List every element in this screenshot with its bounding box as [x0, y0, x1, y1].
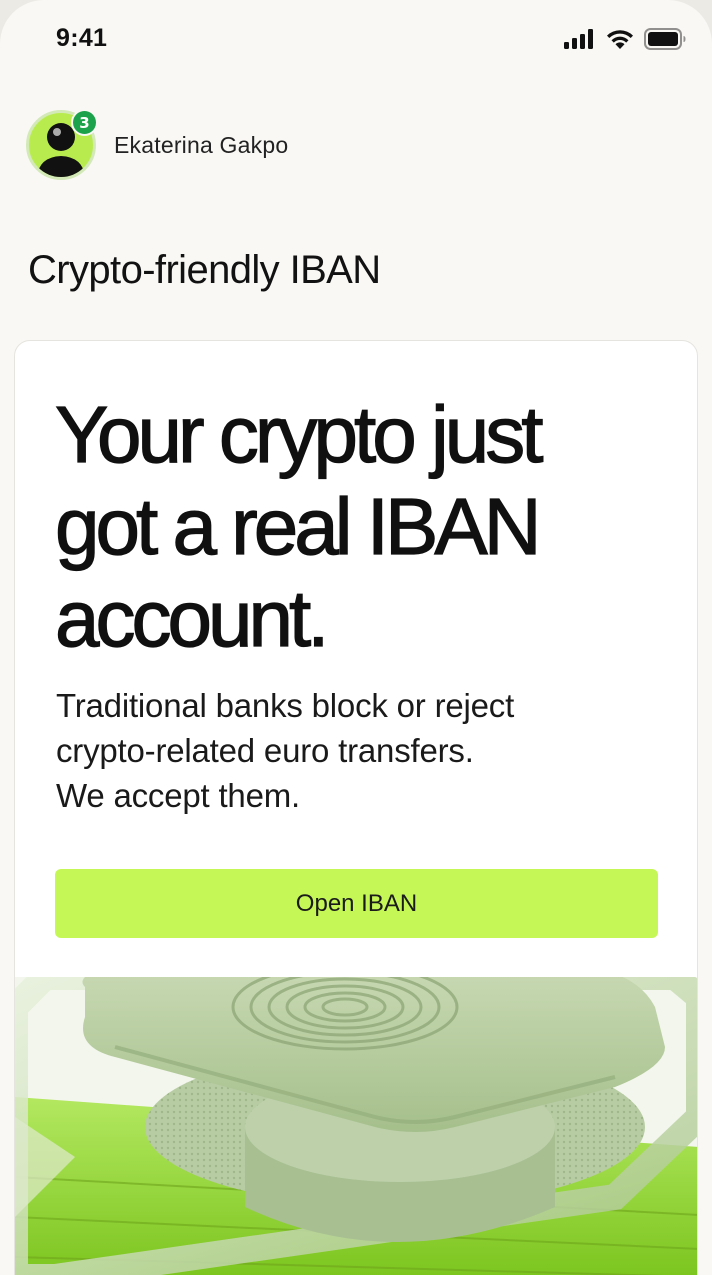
promo-description-line: Traditional banks block or reject — [56, 687, 515, 724]
promo-headline: Your crypto just got a real IBAN account… — [54, 389, 675, 665]
wifi-icon — [607, 30, 633, 49]
battery-icon — [644, 28, 686, 50]
promo-headline-line: Your crypto just — [54, 389, 544, 479]
user-name: Ekaterina Gakpo — [114, 131, 289, 158]
section-title: Crypto-friendly IBAN — [28, 248, 381, 292]
notification-badge[interactable]: 3 — [71, 109, 98, 136]
status-icons — [564, 28, 686, 50]
avatar-container[interactable]: 3 — [26, 109, 98, 180]
promo-description-line: crypto-related euro transfers. — [56, 732, 474, 769]
phone-screen: 9:41 3 Ekaterina Gakpo Crypto-friendly I… — [0, 0, 712, 1275]
promo-description: Traditional banks block or reject crypto… — [56, 683, 616, 818]
open-iban-button[interactable]: Open IBAN — [55, 869, 658, 938]
status-time: 9:41 — [56, 24, 108, 52]
promo-headline-line: account. — [54, 573, 330, 663]
promo-headline-line: got a real IBAN — [54, 481, 542, 571]
promo-description-line: We accept them. — [56, 777, 301, 814]
signal-icon — [564, 29, 593, 49]
user-header[interactable]: 3 Ekaterina Gakpo — [26, 109, 289, 180]
fingerprint-chip-illustration — [15, 977, 697, 1275]
promo-card: Your crypto just got a real IBAN account… — [14, 340, 698, 1275]
status-bar: 9:41 — [0, 0, 712, 80]
